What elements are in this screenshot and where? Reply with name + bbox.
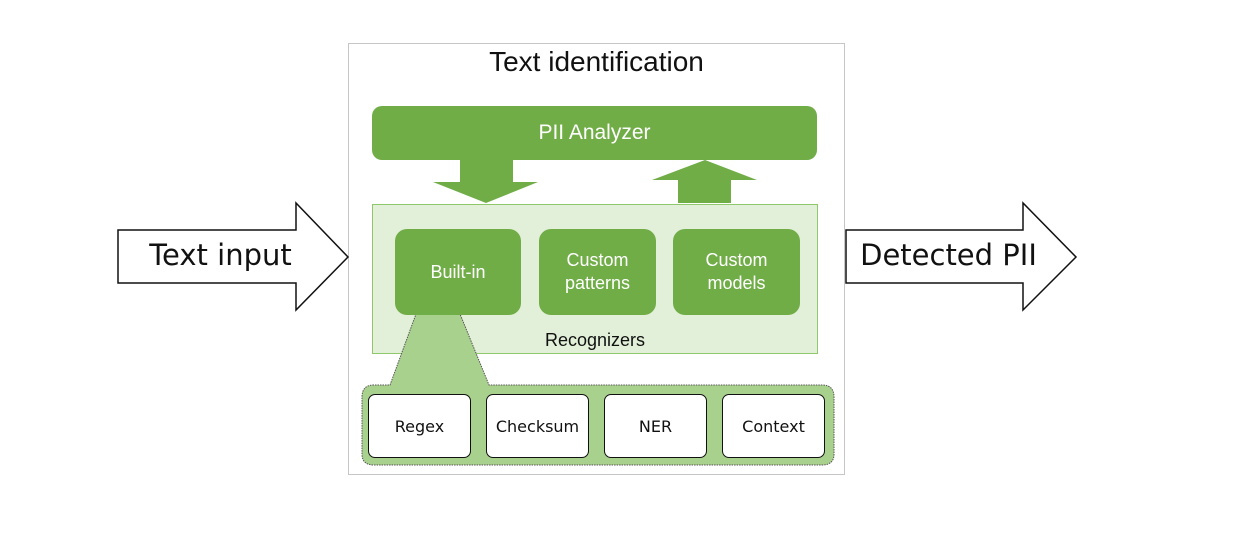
technique-context: Context [722, 394, 825, 458]
recognizer-custom-patterns: Custom patterns [539, 229, 656, 315]
recognizer-custom-models-line1: Custom [705, 250, 768, 270]
technique-ner: NER [604, 394, 707, 458]
technique-ner-label: NER [638, 416, 673, 436]
technique-checksum-label: Checksum [495, 416, 580, 436]
recognizer-custom-patterns-line2: patterns [564, 273, 631, 293]
technique-context-label: Context [742, 416, 805, 436]
technique-checksum: Checksum [486, 394, 589, 458]
recognizer-custom-patterns-line1: Custom [566, 250, 629, 270]
detected-pii-label: Detected PII [860, 238, 1037, 272]
recognizer-built-in-label: Built-in [430, 261, 486, 282]
recognizer-built-in: Built-in [395, 229, 521, 315]
technique-regex-label: Regex [394, 416, 445, 436]
text-input-label: Text input [149, 238, 292, 272]
recognizer-custom-models-line2: models [707, 273, 766, 293]
technique-regex: Regex [368, 394, 471, 458]
recognizer-custom-models: Custom models [673, 229, 800, 315]
